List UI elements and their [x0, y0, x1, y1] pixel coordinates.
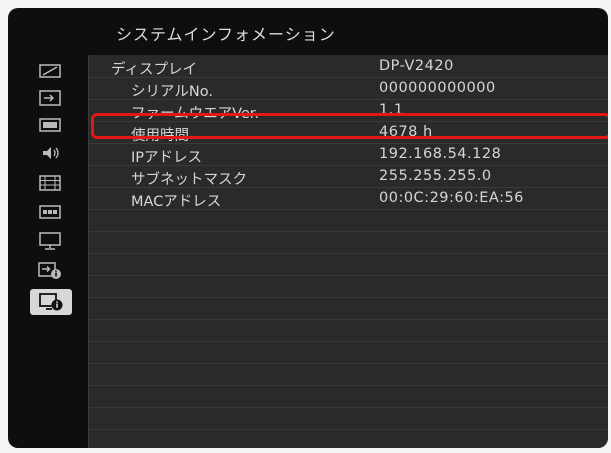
- row-divider: [89, 231, 608, 232]
- firmware-row-highlight: [91, 113, 608, 139]
- row-divider: [89, 297, 608, 298]
- audio-icon: [43, 147, 59, 159]
- page-title: システムインフォメーション: [116, 25, 336, 44]
- info-row-display: ディスプレイ DP-V2420: [89, 56, 608, 78]
- display-value: DP-V2420: [379, 58, 454, 74]
- row-divider: [89, 385, 608, 386]
- info-row-subnet-mask: サブネットマスク 255.255.255.0: [89, 166, 608, 188]
- subnet-mask-label: サブネットマスク: [131, 172, 247, 188]
- row-divider: [89, 341, 608, 342]
- sidebar-item-timer[interactable]: [34, 201, 66, 223]
- timer-icon: [39, 205, 61, 219]
- info-row-serial: シリアルNo. 000000000000: [89, 78, 608, 100]
- info-row-mac-address: MACアドレス 00:0C:29:60:EA:56: [89, 188, 608, 210]
- sidebar-item-picture[interactable]: [34, 60, 66, 82]
- sidebar-item-monitor[interactable]: [34, 230, 66, 252]
- picture-adjust-icon: [39, 64, 61, 78]
- sidebar-item-input[interactable]: [34, 87, 66, 109]
- ip-address-value: 192.168.54.128: [379, 146, 502, 162]
- row-divider: [89, 319, 608, 320]
- subnet-mask-value: 255.255.255.0: [379, 168, 492, 184]
- row-divider: [89, 429, 608, 430]
- display-settings-icon: [39, 175, 61, 191]
- mac-address-value: 00:0C:29:60:EA:56: [379, 190, 524, 206]
- system-info-icon: [39, 293, 63, 311]
- row-divider: [89, 407, 608, 408]
- info-row-ip-address: IPアドレス 192.168.54.128: [89, 144, 608, 166]
- sidebar-item-system-info[interactable]: [30, 289, 72, 315]
- input-info-icon: [38, 262, 61, 279]
- sidebar-item-audio[interactable]: [34, 142, 66, 164]
- monitor-icon: [39, 232, 61, 250]
- screen-icon: [39, 118, 61, 132]
- row-divider: [89, 363, 608, 364]
- serial-value: 000000000000: [379, 80, 496, 96]
- sidebar-item-display-settings[interactable]: [34, 172, 66, 194]
- display-label: ディスプレイ: [111, 62, 197, 78]
- row-divider: [89, 253, 608, 254]
- system-info-screen: システムインフォメーション ディスプレイ DP-V2420 シリアルNo. 00…: [8, 8, 608, 448]
- serial-label: シリアルNo.: [131, 84, 213, 100]
- mac-address-label: MACアドレス: [131, 194, 222, 210]
- sidebar-item-input-info[interactable]: [34, 260, 66, 282]
- input-icon: [39, 90, 61, 106]
- menu-sidebar: [26, 55, 78, 440]
- ip-address-label: IPアドレス: [131, 150, 203, 166]
- row-divider: [89, 275, 608, 276]
- sidebar-item-screen[interactable]: [34, 114, 66, 136]
